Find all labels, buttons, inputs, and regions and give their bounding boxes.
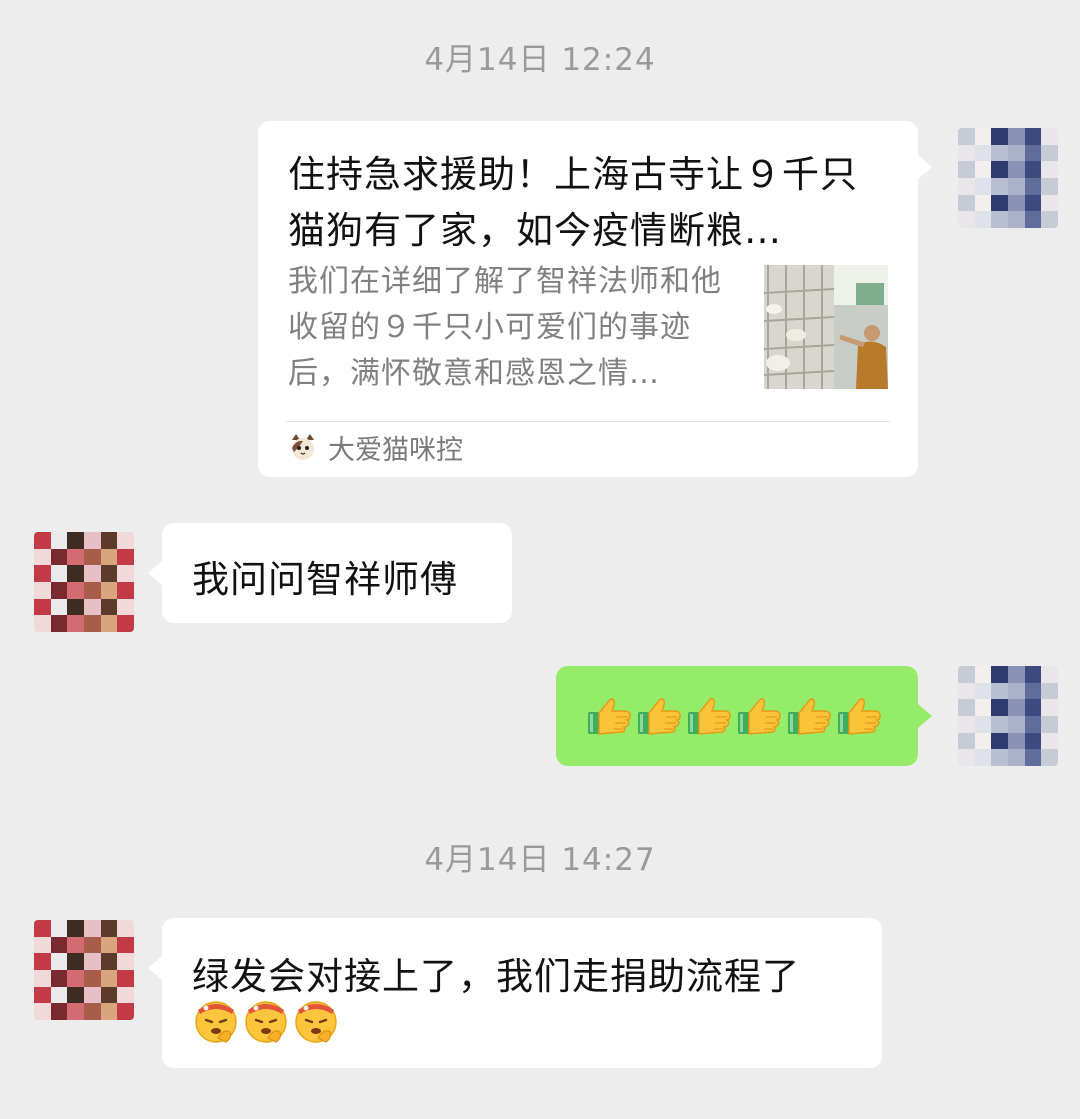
article-thumbnail: [764, 265, 888, 389]
avatar-contact[interactable]: [34, 532, 134, 632]
shared-article-card[interactable]: 住持急求援助！上海古寺让９千只猫狗有了家，如今疫情断粮… 我们在详细了解了智祥法…: [258, 121, 932, 477]
salute-face-emoji: [242, 998, 290, 1048]
article-title: 住持急求援助！上海古寺让９千只猫狗有了家，如今疫情断粮…: [288, 153, 858, 252]
bubble-tail: [148, 561, 162, 585]
message-bubble-self[interactable]: [556, 666, 932, 766]
avatar-contact[interactable]: [34, 920, 134, 1020]
thumbs-up-emoji: [686, 696, 734, 740]
thumbs-up-emoji-row: [586, 696, 884, 740]
message-bubble[interactable]: 我问问智祥师傅: [148, 523, 512, 623]
message-text: 绿发会对接上了，我们走捐助流程了: [192, 955, 800, 998]
salute-face-emoji: [292, 998, 340, 1048]
salute-face-emoji: [192, 998, 240, 1048]
avatar-self[interactable]: [958, 666, 1058, 766]
message-text: 我问问智祥师傅: [192, 558, 458, 601]
bubble-tail: [918, 704, 932, 728]
article-description: 我们在详细了解了智祥法师和他收留的９千只小可爱们的事迹后，满怀敬意和感恩之情…: [288, 264, 722, 391]
message-bubble[interactable]: 绿发会对接上了，我们走捐助流程了: [148, 918, 882, 1068]
salute-face-emoji-row: [192, 998, 340, 1048]
bubble-tail: [918, 155, 932, 179]
cat-face-icon: [288, 432, 318, 462]
bubble-tail: [148, 956, 162, 980]
thumbs-up-emoji: [636, 696, 684, 740]
thumbs-up-emoji: [836, 696, 884, 740]
thumbs-up-emoji: [786, 696, 834, 740]
source-name: 大爱猫咪控: [328, 434, 463, 466]
avatar-self[interactable]: [958, 128, 1058, 228]
card-divider: [286, 421, 890, 422]
article-source[interactable]: 大爱猫咪控: [288, 427, 463, 467]
timestamp: 4月14日 12:24: [424, 42, 656, 78]
thumbs-up-emoji: [736, 696, 784, 740]
thumbs-up-emoji: [586, 696, 634, 740]
timestamp: 4月14日 14:27: [424, 842, 656, 878]
